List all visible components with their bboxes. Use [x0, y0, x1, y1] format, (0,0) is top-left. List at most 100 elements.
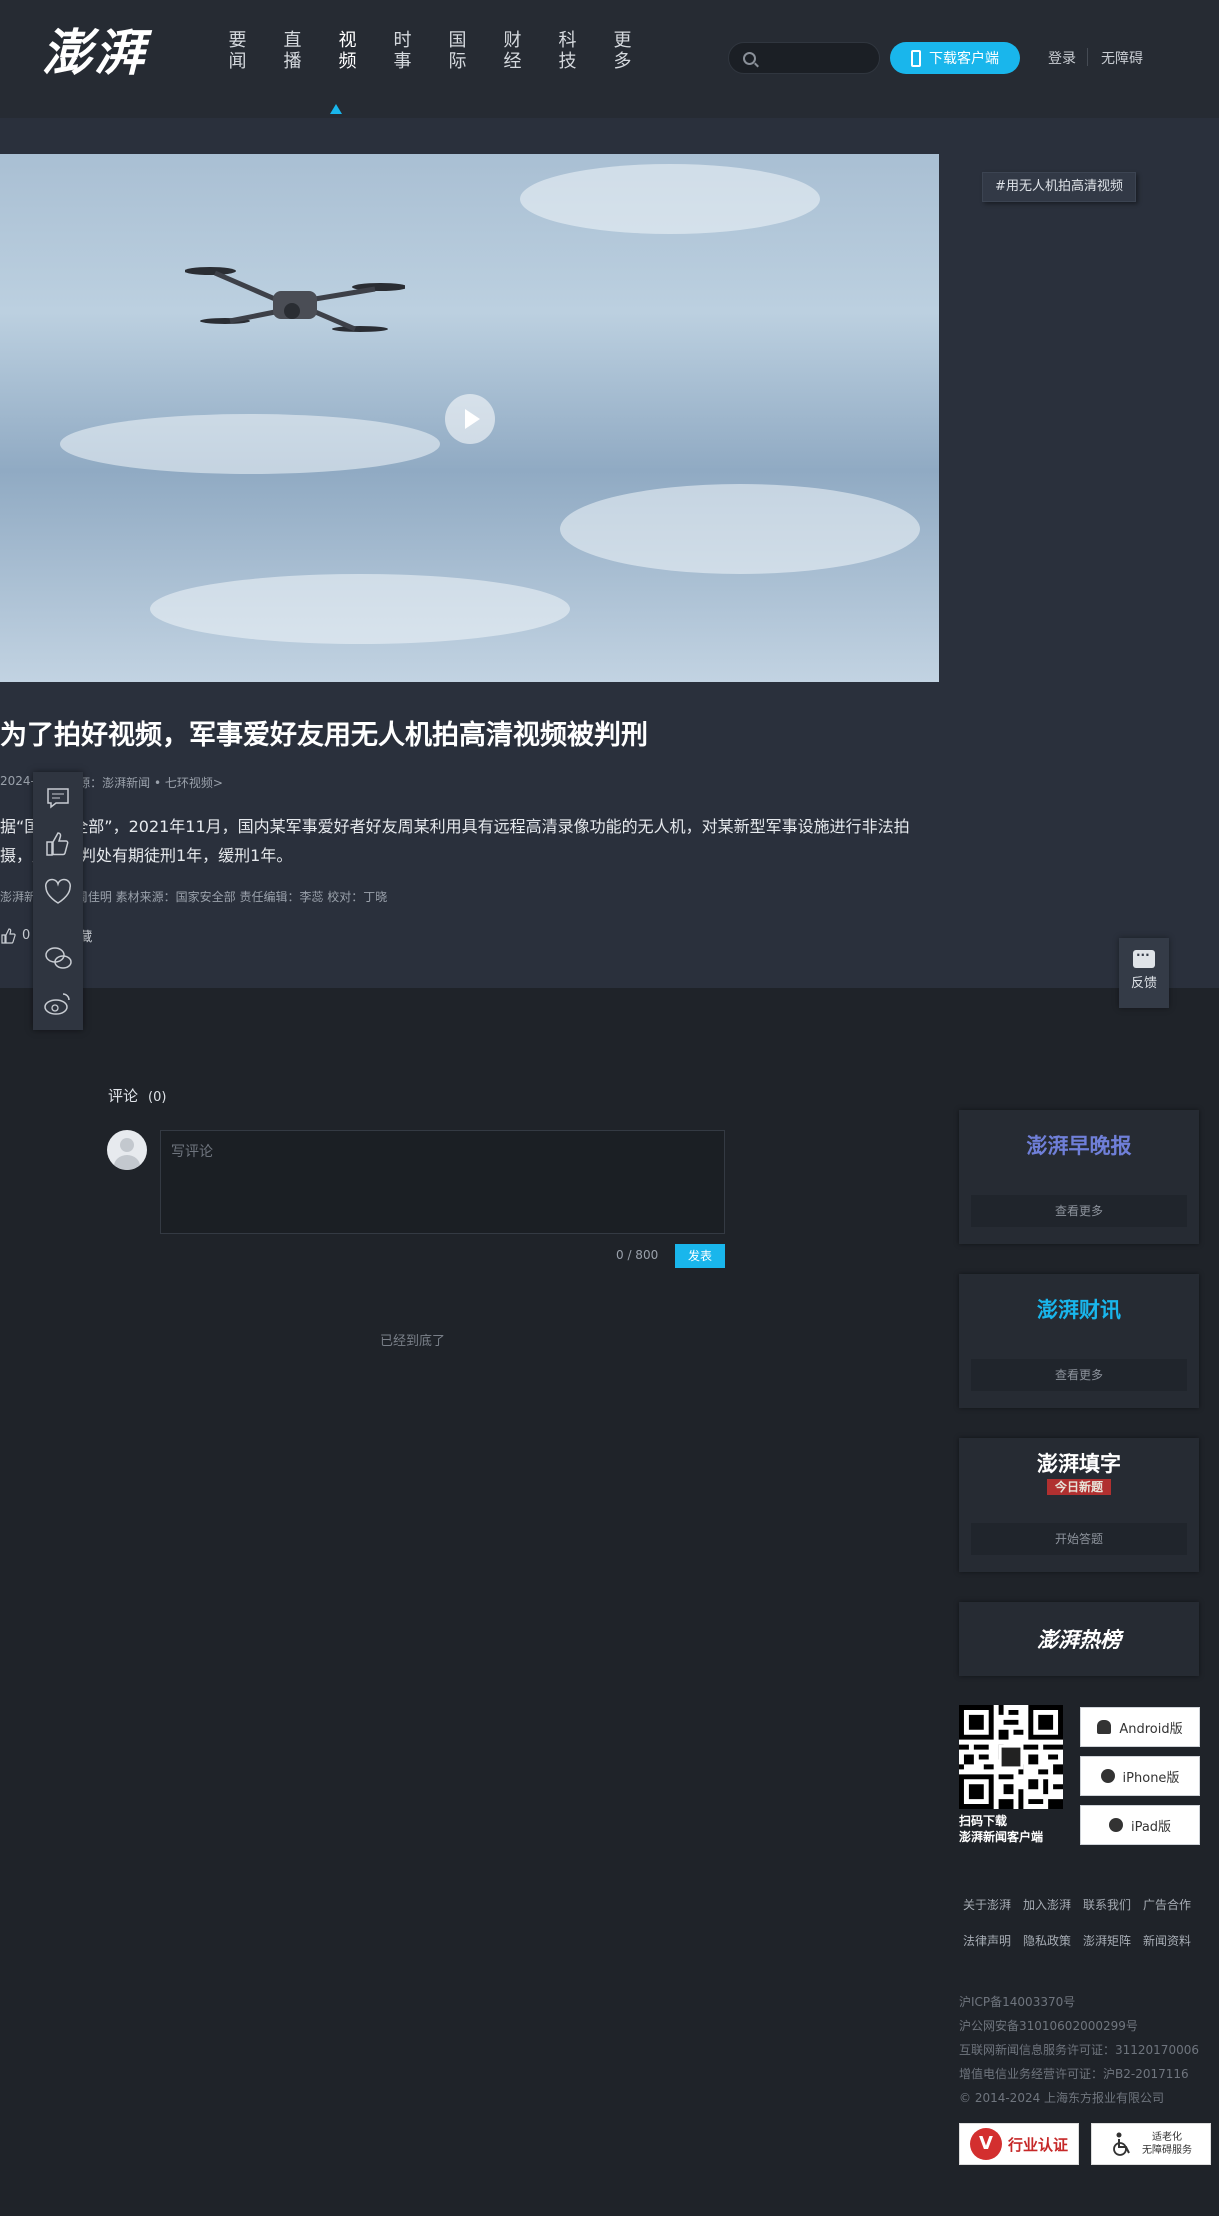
- sky-cloud: [560, 484, 920, 574]
- nav-label: 频: [338, 51, 357, 72]
- news-license[interactable]: 互联网新闻信息服务许可证：31120170006: [959, 2041, 1199, 2058]
- nav-label: 直: [283, 30, 302, 51]
- copyright: © 2014-2024 上海东方报业有限公司: [959, 2091, 1165, 2105]
- comments-count: (0): [148, 1090, 167, 1105]
- thumbs-up-icon: [1, 927, 16, 944]
- apple-icon: [1108, 1818, 1123, 1832]
- android-icon: [1097, 1720, 1112, 1734]
- crossword-subtitle-text: 今日新题: [1046, 1479, 1111, 1495]
- footer-link-privacy[interactable]: 隐私政策: [1023, 1932, 1071, 1949]
- nav-item-finance[interactable]: 财经: [485, 30, 540, 72]
- nav-label: 闻: [228, 51, 247, 72]
- nav-label: 财: [503, 30, 522, 51]
- footer-link-materials[interactable]: 新闻资料: [1143, 1932, 1191, 1949]
- nav-item-current-affairs[interactable]: 时事: [375, 30, 430, 72]
- comment-input[interactable]: [160, 1130, 725, 1234]
- comments-title-text: 评论: [108, 1087, 139, 1105]
- footer-link-about[interactable]: 关于澎湃: [963, 1896, 1011, 1913]
- nav-label: 经: [503, 51, 522, 72]
- morning-evening-news-logo[interactable]: 澎湃早晚报: [959, 1130, 1199, 1160]
- nav-item-news[interactable]: 要闻: [210, 30, 265, 72]
- footer-link-contact[interactable]: 联系我们: [1083, 1896, 1131, 1913]
- app-button-label: iPhone版: [1122, 1770, 1180, 1786]
- nav-item-more[interactable]: 更多: [595, 30, 650, 72]
- phone-icon: [911, 49, 921, 67]
- sky-cloud: [520, 164, 820, 234]
- search-input[interactable]: [765, 49, 873, 69]
- comment-icon[interactable]: [42, 782, 74, 814]
- verified-v-icon: V: [969, 2128, 1002, 2160]
- main-nav: 要闻 直播 视频 时事 国际 财经 科技 更多: [210, 30, 650, 72]
- article-body: 据“国家安全部”，2021年11月，国内某军事爱好者好友周某利用具有远程高清录像…: [0, 817, 910, 865]
- android-app-button[interactable]: Android版: [1080, 1707, 1200, 1747]
- card-morning-evening-news: 澎湃早晚报 查看更多: [959, 1110, 1199, 1244]
- feedback-button[interactable]: 反馈: [1119, 938, 1169, 1008]
- end-of-list-note: 已经到底了: [380, 1334, 446, 1349]
- nav-item-live[interactable]: 直播: [265, 30, 320, 72]
- wechat-icon[interactable]: [42, 942, 74, 974]
- footer-links-row2: 法律声明 隐私政策 澎湃矩阵 新闻资料: [963, 1932, 1191, 1949]
- apple-icon: [1100, 1769, 1115, 1783]
- qr-caption: 扫码下载 澎湃新闻客户端: [959, 1813, 1043, 1845]
- publish-comment-button[interactable]: 发表: [675, 1244, 725, 1268]
- footer-link-ads[interactable]: 广告合作: [1143, 1896, 1191, 1913]
- accessibility-service-badge[interactable]: 适老化 无障碍服务: [1091, 2123, 1211, 2165]
- thumbs-up-icon[interactable]: [42, 828, 74, 860]
- view-more-button[interactable]: 查看更多: [971, 1195, 1187, 1227]
- nav-label: 多: [613, 51, 632, 72]
- accessibility-service-line2: 无障碍服务: [1142, 2145, 1192, 2156]
- icp-license[interactable]: 沪ICP备14003370号: [959, 1993, 1075, 2010]
- industry-cert-label: 行业认证: [1007, 2135, 1068, 2154]
- footer-link-matrix[interactable]: 澎湃矩阵: [1083, 1932, 1131, 1949]
- qr-caption-line1: 扫码下载: [959, 1814, 1008, 1828]
- industry-cert-badge[interactable]: V 行业认证: [959, 2123, 1079, 2165]
- sky-cloud: [150, 574, 570, 644]
- telecom-license[interactable]: 增值电信业务经营许可证：沪B2-2017116: [959, 2065, 1189, 2082]
- public-security-record[interactable]: 沪公网安备31010602000299号: [959, 2017, 1138, 2034]
- ipad-app-button[interactable]: iPad版: [1080, 1805, 1200, 1845]
- nav-item-video[interactable]: 视频: [320, 30, 375, 72]
- weibo-icon[interactable]: [42, 988, 74, 1020]
- heart-icon[interactable]: [42, 876, 74, 908]
- like-button[interactable]: 0: [0, 927, 30, 944]
- nav-item-international[interactable]: 国际: [430, 30, 485, 72]
- topic-tag[interactable]: #用无人机拍高清视频: [982, 172, 1136, 202]
- share-sidebar: [33, 772, 83, 1030]
- nav-label: 要: [228, 30, 247, 51]
- sky-cloud: [60, 414, 440, 474]
- footer-link-join[interactable]: 加入澎湃: [1023, 1896, 1071, 1913]
- play-button[interactable]: [445, 394, 495, 444]
- nav-item-tech[interactable]: 科技: [540, 30, 595, 72]
- app-button-label: iPad版: [1130, 1819, 1172, 1835]
- nav-label: 科: [558, 30, 577, 51]
- wheelchair-icon: [1113, 2132, 1130, 2156]
- footer-link-legal[interactable]: 法律声明: [963, 1932, 1011, 1949]
- site-header: 澎湃 要闻 直播 视频 时事 国际 财经 科技 更多 下载客户端 登录 无障碍: [0, 0, 1219, 118]
- finance-news-logo[interactable]: 澎湃财讯: [959, 1294, 1199, 1324]
- video-player[interactable]: [0, 154, 939, 682]
- search-icon[interactable]: [743, 52, 756, 65]
- card-finance-news: 澎湃财讯 查看更多: [959, 1274, 1199, 1408]
- start-answer-button[interactable]: 开始答题: [971, 1523, 1187, 1555]
- app-button-label: Android版: [1119, 1721, 1183, 1737]
- drone-image: [185, 267, 405, 332]
- footer-links-row1: 关于澎湃 加入澎湃 联系我们 广告合作: [963, 1896, 1191, 1913]
- accessibility-link[interactable]: 无障碍: [1101, 48, 1143, 68]
- article-source[interactable]: 来源：澎湃新闻 • 七环视频>: [66, 774, 223, 791]
- article-section: #用无人机拍高清视频 为了拍好视频，军事爱好友用无人机拍高清视频被判刑 2024…: [0, 118, 1219, 1030]
- hot-list-logo[interactable]: 澎湃热榜: [959, 1624, 1199, 1654]
- feedback-label: 反馈: [1130, 976, 1157, 991]
- download-app-button[interactable]: 下载客户端: [890, 42, 1020, 74]
- char-count: 0 / 800: [616, 1248, 659, 1262]
- search-box[interactable]: [728, 42, 880, 74]
- crossword-subtitle: 今日新题: [959, 1478, 1199, 1495]
- iphone-app-button[interactable]: iPhone版: [1080, 1756, 1200, 1796]
- site-logo[interactable]: 澎湃: [42, 20, 154, 86]
- view-more-button[interactable]: 查看更多: [971, 1359, 1187, 1391]
- article-title: 为了拍好视频，军事爱好友用无人机拍高清视频被判刑: [0, 720, 648, 751]
- login-link[interactable]: 登录: [1048, 48, 1076, 68]
- nav-label: 技: [558, 51, 577, 72]
- comments-title: 评论 (0): [108, 1085, 166, 1106]
- nav-label: 国: [448, 30, 467, 51]
- crossword-logo[interactable]: 澎湃填字: [959, 1448, 1199, 1478]
